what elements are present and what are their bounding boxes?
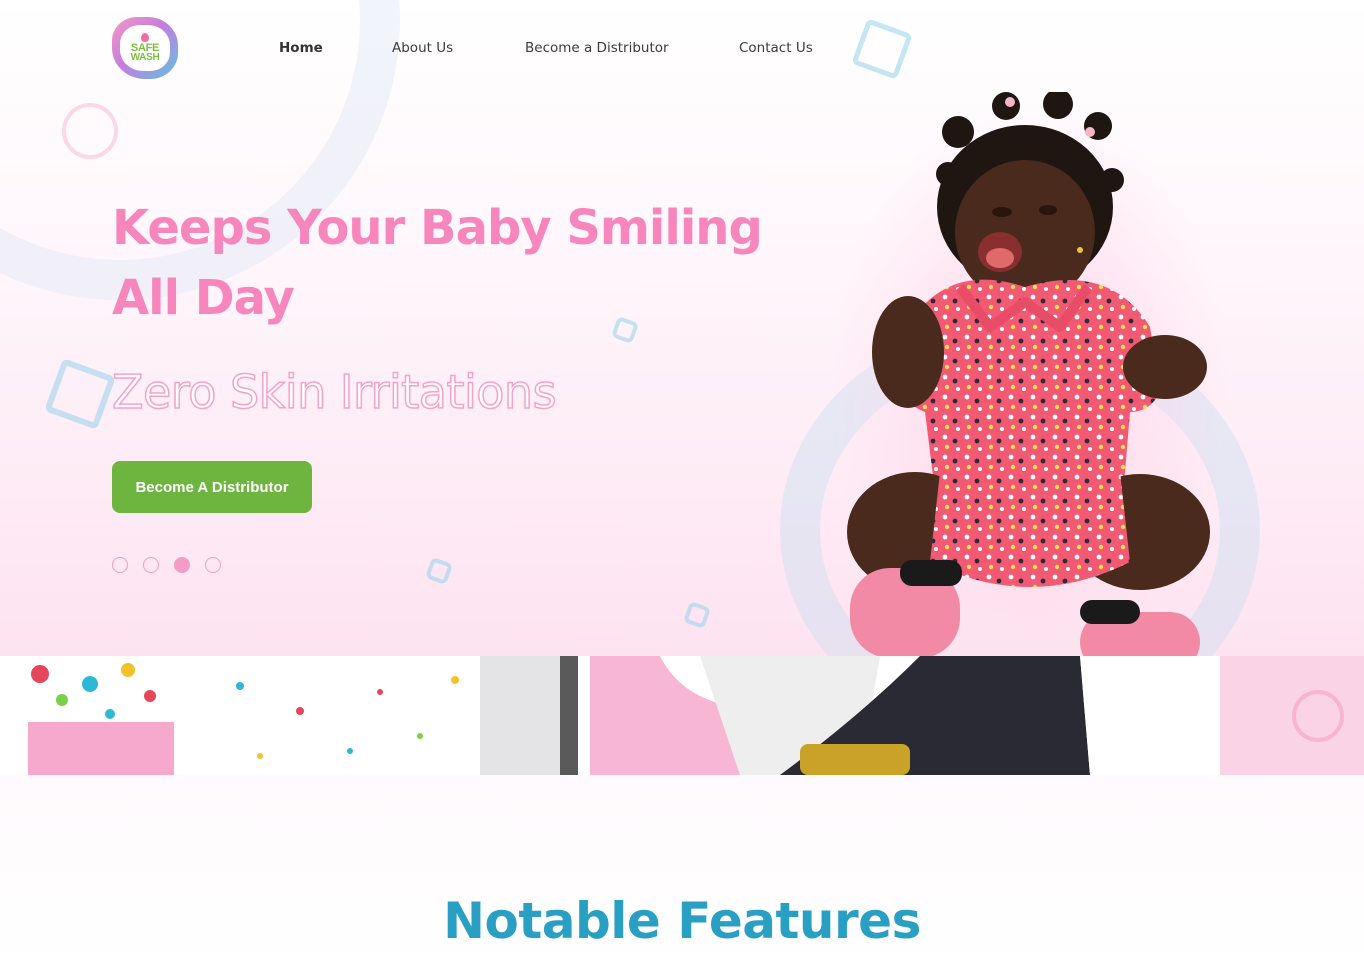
nav-contact-us[interactable]: Contact Us: [739, 40, 813, 56]
hero-subline: Zero Skin Irritations: [111, 364, 557, 420]
hero-baby-image: [830, 92, 1230, 656]
decorative-square: [44, 358, 116, 430]
decorative-ring: [62, 103, 118, 159]
hero-headline-line1: Keeps Your Baby Smiling: [112, 200, 763, 256]
hero-headline-line2: All Day: [112, 270, 295, 326]
strip-image-1: [0, 656, 480, 775]
brand-logo[interactable]: SAFE WASH: [112, 17, 178, 79]
hero-section: SAFE WASH Home About Us Become a Distrib…: [0, 0, 1364, 656]
features-section: Notable Features: [0, 775, 1364, 964]
slider-dot-2[interactable]: [143, 557, 159, 573]
become-distributor-button[interactable]: Become A Distributor: [112, 461, 312, 513]
slider-dots: [112, 557, 221, 573]
logo-text-line2: WASH: [130, 52, 160, 63]
strip-image-2: [480, 656, 1364, 775]
hero-headline: Keeps Your Baby Smiling All Day: [112, 193, 792, 333]
slider-dot-3[interactable]: [174, 557, 190, 573]
logo-badge: SAFE WASH: [120, 25, 170, 71]
slider-dot-4[interactable]: [205, 557, 221, 573]
nav-home[interactable]: Home: [279, 40, 323, 56]
nav-about-us[interactable]: About Us: [392, 40, 453, 56]
decorative-square: [682, 600, 712, 630]
image-strip: [0, 656, 1364, 775]
slider-dot-1[interactable]: [112, 557, 128, 573]
decorative-square: [851, 18, 913, 80]
decorative-square: [424, 556, 454, 586]
features-title: Notable Features: [443, 892, 921, 950]
nav-become-distributor[interactable]: Become a Distributor: [525, 40, 669, 56]
droplet-icon: [141, 33, 149, 42]
